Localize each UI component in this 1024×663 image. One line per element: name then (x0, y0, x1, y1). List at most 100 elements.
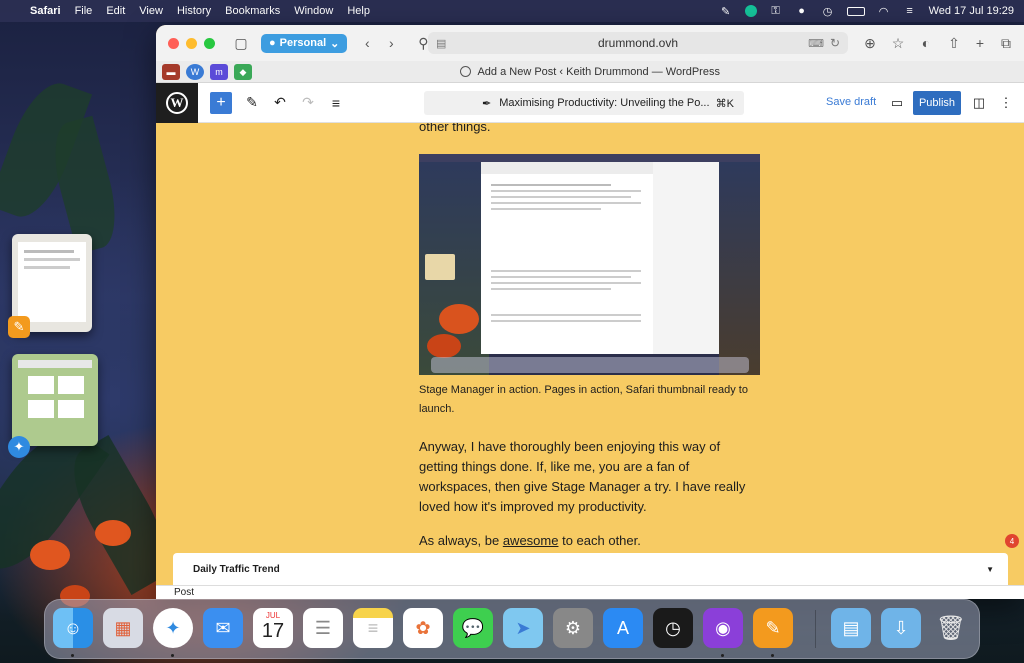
zoom-window-button[interactable] (204, 37, 215, 49)
publish-button[interactable]: Publish (913, 91, 961, 115)
menu-window[interactable]: Window (294, 5, 333, 17)
address-bar[interactable]: ▤ drummond.ovh ⌨ ↻ (428, 32, 848, 54)
closing-text-end: to each other. (558, 533, 641, 548)
redo-icon[interactable]: ↷ (294, 89, 322, 117)
sidebar-toggle-icon[interactable]: ▢ (229, 31, 253, 55)
dock: ☺ ▦ ✦ ✉ JUL 17 ☰ ≡ ✿ 💬 ➤ ⚙ A ◷ ◉ ✎ ▤ ⇩ 🗑 (44, 599, 980, 659)
safari-icon[interactable]: ✦ (153, 608, 193, 648)
command-palette-bar[interactable]: ✒ Maximising Productivity: Unveiling the… (424, 91, 744, 115)
download-icon[interactable]: ⊕ (858, 31, 882, 55)
menu-history[interactable]: History (177, 5, 211, 17)
wordpress-favicon-icon (460, 66, 472, 77)
menu-help[interactable]: Help (347, 5, 370, 17)
post-icon: ✒ (482, 97, 492, 110)
minimize-window-button[interactable] (186, 37, 197, 49)
translate-icon[interactable]: ⌨ (808, 37, 824, 50)
user-icon[interactable]: ● (795, 5, 809, 17)
settings-sidebar-icon[interactable]: ◫ (969, 93, 989, 113)
menu-bookmarks[interactable]: Bookmarks (225, 5, 280, 17)
stage-thumbnail-safari[interactable] (12, 354, 98, 446)
mail-icon[interactable]: ✉ (203, 608, 243, 648)
share-icon[interactable]: ⇧ (942, 31, 966, 55)
control-center-icon[interactable]: ≡ (903, 5, 917, 17)
calendar-day: 17 (261, 620, 285, 642)
preview-icon[interactable]: ▭ (887, 93, 907, 113)
new-tab-icon[interactable]: + (968, 31, 992, 55)
running-indicator (771, 654, 774, 657)
wordpress-logo-icon[interactable]: W (156, 82, 198, 123)
document-overview-icon[interactable]: ≡ (322, 89, 350, 117)
time-machine-icon[interactable]: ◷ (821, 5, 835, 18)
save-draft-button[interactable]: Save draft (826, 96, 876, 108)
tab-bar: ▬ W m ◆ Add a New Post ‹ Keith Drummond … (156, 61, 1024, 83)
pages-app-icon[interactable]: ✎ (8, 316, 30, 338)
paragraph-closing[interactable]: As always, be awesome to each other. (419, 531, 759, 551)
post-title-bar: Maximising Productivity: Unveiling the P… (499, 97, 710, 109)
back-icon[interactable]: ‹ (355, 31, 379, 55)
awesome-link[interactable]: awesome (503, 533, 559, 548)
dock-separator (815, 610, 816, 648)
trash-icon[interactable]: 🗑 (931, 608, 971, 648)
privacy-shield-icon[interactable]: ◐ (914, 31, 938, 55)
options-icon[interactable]: ⋮ (996, 93, 1016, 113)
running-indicator (71, 654, 74, 657)
notes-icon[interactable]: ≡ (353, 608, 393, 648)
running-indicator (171, 654, 174, 657)
menu-view[interactable]: View (139, 5, 163, 17)
app-store-icon[interactable]: A (603, 608, 643, 648)
maps-icon[interactable]: ➤ (503, 608, 543, 648)
menu-clock[interactable]: Wed 17 Jul 19:29 (929, 5, 1014, 17)
profile-switcher[interactable]: ● Personal ⌄ (261, 33, 348, 53)
safari-window: ▢ ● Personal ⌄ ‹ › ⚲ 文 ▤ drummond.ovh ⌨ … (156, 25, 1024, 599)
finder-icon[interactable]: ☺ (53, 608, 93, 648)
photos-icon[interactable]: ✿ (403, 608, 443, 648)
feather-icon[interactable]: ✎ (719, 5, 733, 18)
paragraph-main[interactable]: Anyway, I have thoroughly been enjoying … (419, 437, 759, 517)
tools-pen-icon[interactable]: ✎ (238, 89, 266, 117)
add-block-button[interactable]: + (210, 91, 232, 114)
notification-badge[interactable]: 4 (1005, 534, 1019, 548)
browser-toolbar: ▢ ● Personal ⌄ ‹ › ⚲ 文 ▤ drummond.ovh ⌨ … (156, 25, 1024, 61)
traffic-panel[interactable]: Daily Traffic Trend ▼ (173, 553, 1008, 585)
close-window-button[interactable] (168, 37, 179, 49)
editor-canvas: other things. Stage Manager in action. P… (156, 123, 1024, 553)
paragraph-top[interactable]: other things. (419, 123, 491, 134)
active-tab[interactable]: Add a New Post ‹ Keith Drummond — WordPr… (156, 66, 1024, 78)
system-settings-icon[interactable]: ⚙ (553, 608, 593, 648)
menu-edit[interactable]: Edit (106, 5, 125, 17)
safari-app-icon[interactable]: ✦ (8, 436, 30, 458)
podcasts-icon[interactable]: ◉ (703, 608, 743, 648)
running-indicator (721, 654, 724, 657)
breadcrumb-post[interactable]: Post (174, 587, 194, 598)
screenshot-image[interactable] (419, 154, 760, 375)
calendar-month: JUL (265, 611, 281, 620)
person-icon: ● (269, 37, 276, 49)
undo-icon[interactable]: ↶ (266, 89, 294, 117)
editor-breadcrumb: Post (156, 585, 1024, 599)
image-caption[interactable]: Stage Manager in action. Pages in action… (419, 381, 759, 419)
launchpad-icon[interactable]: ▦ (103, 608, 143, 648)
pages-icon[interactable]: ✎ (753, 608, 793, 648)
reload-icon[interactable]: ↻ (830, 36, 840, 50)
traffic-panel-label: Daily Traffic Trend (193, 563, 280, 575)
tab-title: Add a New Post ‹ Keith Drummond — WordPr… (477, 66, 720, 78)
downloads-folder-icon[interactable]: ⇩ (881, 608, 921, 648)
closing-text-start: As always, be (419, 533, 503, 548)
url-text: drummond.ovh (597, 36, 679, 50)
wifi-icon[interactable]: ◠ (877, 5, 891, 18)
battery-icon[interactable] (846, 6, 865, 16)
grammarly-icon[interactable] (744, 5, 757, 17)
tab-overview-icon[interactable]: ⧉ (994, 31, 1018, 55)
reminders-icon[interactable]: ☰ (303, 608, 343, 648)
password-icon[interactable]: ⚿ (769, 5, 783, 17)
caret-down-icon[interactable]: ▼ (986, 565, 994, 574)
chevron-down-icon: ⌄ (330, 37, 340, 50)
bookmark-star-icon[interactable]: ☆ (886, 31, 910, 55)
clock-app-icon[interactable]: ◷ (653, 608, 693, 648)
calendar-icon[interactable]: JUL 17 (253, 608, 293, 648)
forward-icon[interactable]: › (379, 31, 403, 55)
messages-icon[interactable]: 💬 (453, 608, 493, 648)
menu-file[interactable]: File (75, 5, 93, 17)
menu-app-name[interactable]: Safari (30, 5, 61, 17)
documents-folder-icon[interactable]: ▤ (831, 608, 871, 648)
